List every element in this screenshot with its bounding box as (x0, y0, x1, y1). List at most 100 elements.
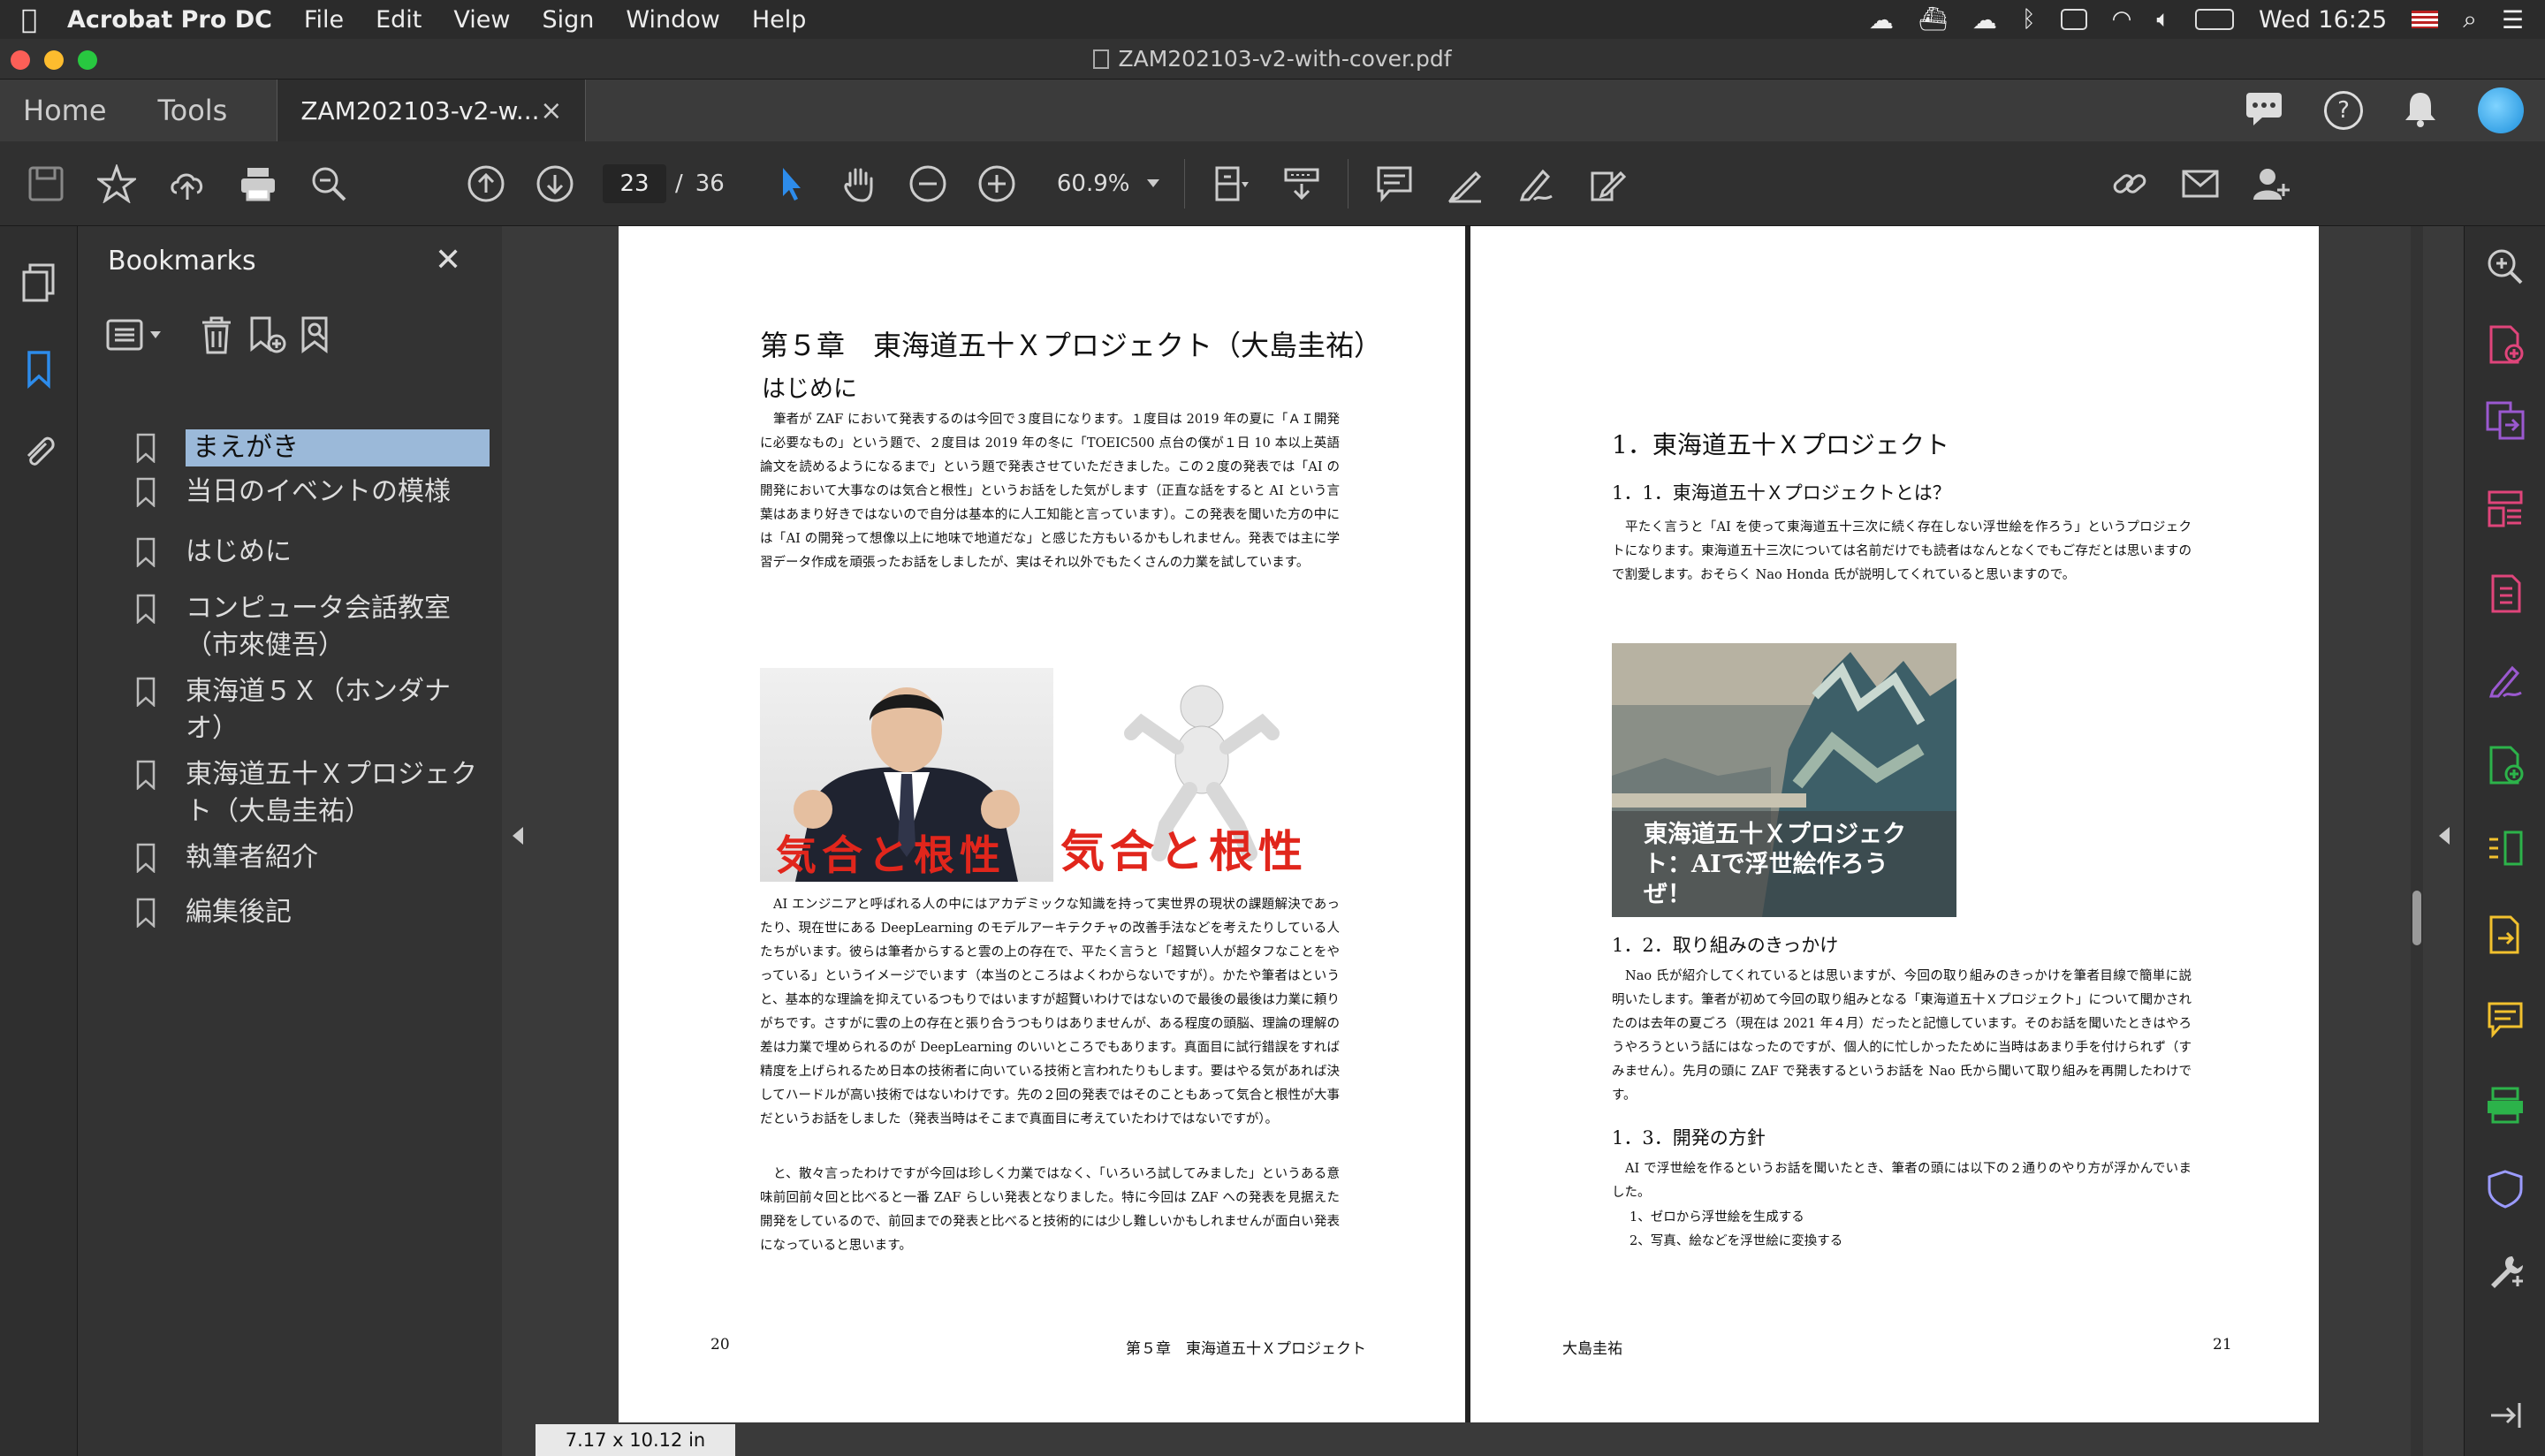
page-number-input[interactable]: 23 (603, 163, 666, 203)
collapse-tools-pane-icon[interactable] (2484, 1394, 2526, 1437)
find-icon[interactable] (304, 159, 353, 209)
volume-icon[interactable]: 🔈︎ (2156, 6, 2170, 34)
share-link-icon[interactable] (2105, 159, 2154, 209)
close-bookmarks-icon[interactable]: ✕ (435, 242, 461, 278)
bookmark-item-computer-kaiwa[interactable]: コンピュータ会話教室（市來健吾） (136, 590, 490, 664)
tab-home[interactable]: Home (0, 80, 130, 141)
notifications-bell-icon[interactable] (2404, 90, 2437, 131)
compress-pdf-tool-icon[interactable] (2484, 573, 2526, 615)
section-heading: 1．東海道五十Ｘプロジェクト (1612, 430, 1949, 459)
combine-files-tool-icon[interactable] (2484, 744, 2526, 786)
delete-bookmark-icon[interactable] (194, 313, 239, 357)
scroll-mode-icon[interactable] (1277, 159, 1326, 209)
zoom-window-button[interactable] (78, 50, 97, 70)
comments-icon[interactable] (2245, 91, 2283, 130)
bookmark-label: はじめに (186, 536, 292, 567)
section-heading: はじめに (762, 375, 857, 403)
bookmark-item-editorial[interactable]: 編集後記 (136, 894, 490, 931)
cloud-sync-icon[interactable]: ☁ (1972, 5, 1997, 34)
next-page-icon[interactable] (530, 159, 580, 209)
apple-menu-icon[interactable]:  (21, 4, 37, 35)
docker-icon[interactable]: ⛴ (1918, 6, 1948, 33)
user-avatar[interactable] (2478, 87, 2524, 133)
menu-help[interactable]: Help (752, 6, 807, 34)
zoom-level-dropdown[interactable]: 60.9% (1057, 171, 1136, 197)
zoom-in-icon[interactable] (972, 159, 1022, 209)
organize-pages-tool-icon[interactable] (2484, 488, 2526, 530)
macos-menubar:  Acrobat Pro DC File Edit View Sign Win… (0, 0, 2545, 39)
edit-pdf-tool-icon[interactable] (2484, 659, 2526, 701)
menu-window[interactable]: Window (626, 6, 719, 34)
collapse-right-pane-icon[interactable] (2439, 827, 2450, 845)
bookmark-item-event[interactable]: 当日のイベントの模様 (136, 474, 490, 511)
vertical-scrollbar[interactable] (2411, 226, 2423, 1456)
save-icon[interactable] (21, 159, 71, 209)
bookmark-item-authors[interactable]: 執筆者紹介 (136, 839, 490, 876)
white-figure-illustration: 気合と根性 (1060, 668, 1334, 882)
bookmark-item-hajimeni[interactable]: はじめに (136, 534, 490, 571)
new-bookmark-icon[interactable] (246, 313, 290, 357)
highlight-icon[interactable] (1440, 159, 1490, 209)
tab-tools[interactable]: Tools (135, 80, 251, 141)
help-icon[interactable]: ? (2324, 91, 2363, 130)
flag-icon[interactable] (2412, 11, 2439, 28)
export-pdf-yellow-tool-icon[interactable] (2484, 914, 2526, 956)
tab-document[interactable]: ZAM202103-v2-w... × (277, 80, 587, 141)
compare-files-tool-icon[interactable] (2484, 827, 2526, 869)
bookmark-item-maegaki[interactable]: まえがき (136, 429, 490, 466)
menu-view[interactable]: View (453, 6, 510, 34)
collapse-left-pane-icon[interactable] (513, 827, 523, 845)
bluetooth-icon[interactable]: ᛒ (2022, 6, 2036, 33)
previous-page-icon[interactable] (461, 159, 511, 209)
find-bookmark-icon[interactable] (297, 313, 341, 357)
window-title: ZAM202103-v2-with-cover.pdf (1118, 46, 1452, 72)
hand-tool-icon[interactable] (834, 159, 884, 209)
zoom-dropdown-chevron-icon[interactable] (1146, 179, 1159, 187)
print-icon[interactable] (233, 159, 283, 209)
bookmarks-panel-icon[interactable] (19, 350, 58, 389)
sign-pen-icon[interactable] (1511, 159, 1561, 209)
fill-sign-icon[interactable] (1582, 159, 1631, 209)
spotlight-search-icon[interactable]: ⌕ (2463, 4, 2477, 34)
paragraph: と、散々言ったわけですが今回は珍しく力業ではなく、「いろいろ試してみました」とい… (760, 1167, 1340, 1253)
email-icon[interactable] (2176, 159, 2225, 209)
upload-cloud-icon[interactable] (163, 159, 212, 209)
businessman-photo: 気合と根性 (760, 668, 1053, 882)
scrollbar-thumb[interactable] (2412, 891, 2421, 945)
minimize-window-button[interactable] (44, 50, 64, 70)
bookmark-item-tokaido50x[interactable]: 東海道五十Ｘプロジェクト（大島圭祐） (136, 756, 490, 830)
select-tool-icon[interactable] (765, 159, 815, 209)
more-tools-icon[interactable] (2484, 1251, 2526, 1293)
export-pdf-tool-icon[interactable] (2484, 399, 2526, 442)
menu-sign[interactable]: Sign (542, 6, 594, 34)
attachments-icon[interactable] (19, 431, 58, 470)
scan-ocr-tool-icon[interactable] (2484, 1083, 2526, 1126)
clock[interactable]: Wed 16:25 (2259, 6, 2387, 34)
paragraph: Nao 氏が紹介してくれているとは思いますが、今回の取り組みのきっかけを筆者目線… (1612, 969, 2192, 1103)
bookmark-item-tokaido5x[interactable]: 東海道５Ｘ（ホンダナオ） (136, 673, 490, 747)
page-thumbnails-icon[interactable] (19, 263, 58, 302)
tab-bar: Home Tools ZAM202103-v2-w... × ? (0, 80, 2545, 141)
subsection-heading: 1．2．取り組みのきっかけ (1612, 935, 1839, 956)
create-pdf-tool-icon[interactable] (2484, 323, 2526, 366)
comment-icon[interactable] (1370, 159, 1419, 209)
zoom-out-icon[interactable] (903, 159, 953, 209)
battery-icon[interactable] (2194, 9, 2234, 30)
wifi-icon[interactable]: ◠ (2112, 6, 2132, 33)
close-tab-icon[interactable]: × (540, 95, 562, 126)
memory-icon[interactable] (2060, 9, 2087, 30)
app-menu[interactable]: Acrobat Pro DC (67, 6, 272, 34)
comment-tool-icon[interactable] (2484, 998, 2526, 1041)
notification-center-icon[interactable]: ☰ (2502, 5, 2524, 34)
creative-cloud-icon[interactable]: ☁ (1869, 5, 1894, 34)
close-window-button[interactable] (11, 50, 30, 70)
menu-edit[interactable]: Edit (376, 6, 422, 34)
protect-tool-icon[interactable] (2484, 1168, 2526, 1210)
bookmark-options-icon[interactable] (103, 313, 173, 357)
add-user-icon[interactable] (2246, 159, 2296, 209)
menu-file[interactable]: File (304, 6, 344, 34)
pdf-page-20: 第５章 東海道五十Ｘプロジェクト（大島圭祐） はじめに 筆者が ZAF において… (619, 226, 1465, 1422)
search-zoom-tool-icon[interactable] (2484, 246, 2526, 288)
page-display-icon[interactable] (1206, 159, 1256, 209)
bookmark-star-icon[interactable] (92, 159, 141, 209)
